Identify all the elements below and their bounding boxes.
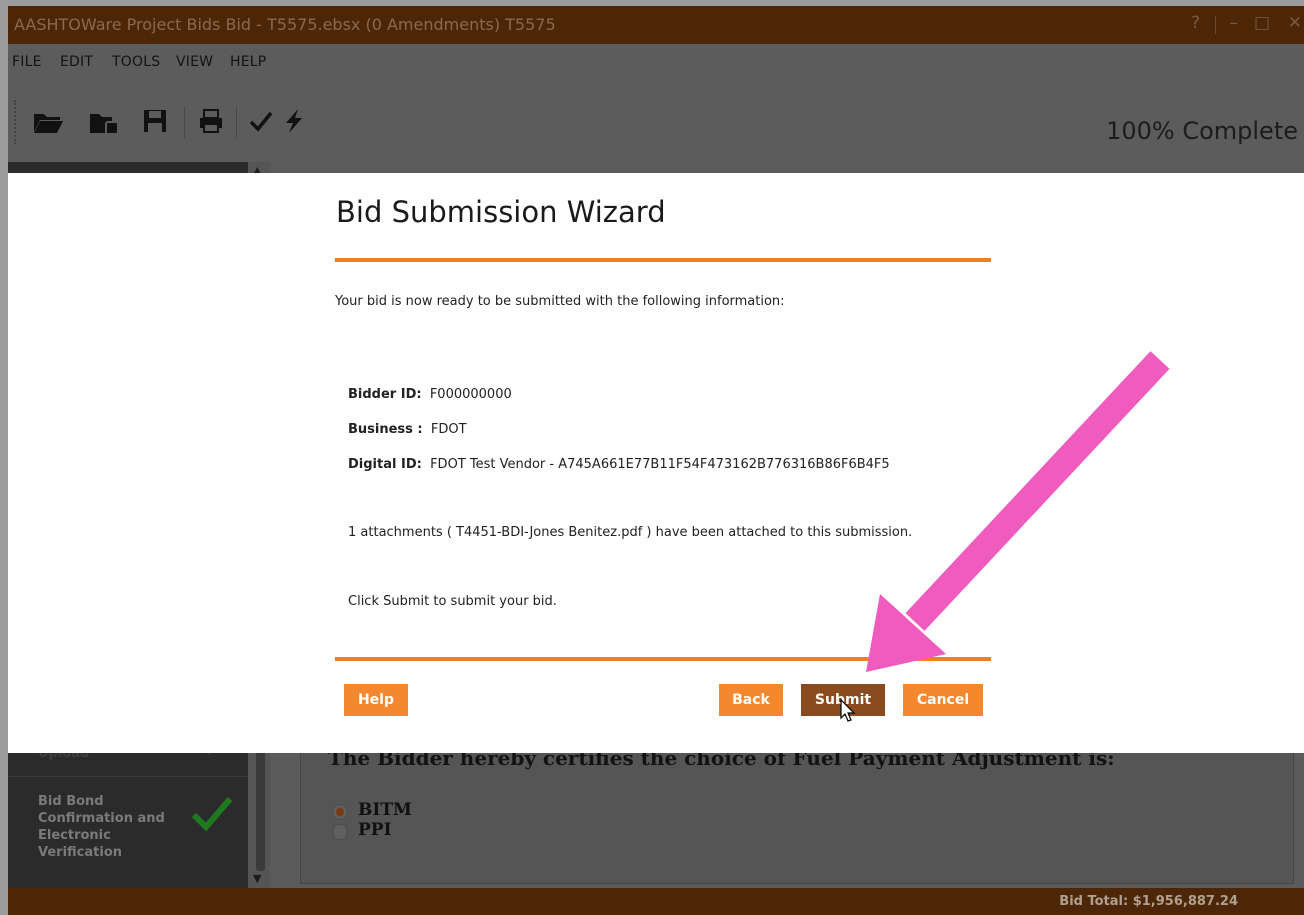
- digital-id-value: FDOT Test Vendor - A745A661E77B11F54F473…: [430, 457, 890, 472]
- business-row: Business : FDOT: [348, 422, 467, 437]
- cancel-button[interactable]: Cancel: [903, 684, 983, 716]
- sidebar-divider: [8, 776, 248, 777]
- toolbar-separator: [184, 106, 185, 138]
- bidder-id-label: Bidder ID:: [348, 387, 422, 402]
- menu-file[interactable]: FILE: [12, 54, 42, 70]
- radio-bitm[interactable]: [332, 804, 348, 820]
- business-value: FDOT: [430, 422, 467, 437]
- header-rule: [335, 258, 991, 262]
- minimize-icon[interactable]: –: [1230, 13, 1239, 33]
- lightning-icon[interactable]: [280, 108, 306, 140]
- completion-status: 100% Complete: [1106, 117, 1298, 145]
- scroll-down-icon[interactable]: ▼: [253, 872, 261, 885]
- footer-rule: [335, 657, 991, 661]
- toolbar-separator: [236, 106, 237, 138]
- sidebar-item-bid-bond[interactable]: Bid Bond Confirmation and Electronic Ver…: [38, 793, 178, 861]
- toolbar-grip[interactable]: [14, 100, 20, 144]
- open-folder-icon[interactable]: [32, 108, 64, 142]
- print-icon[interactable]: [198, 108, 224, 140]
- menu-edit[interactable]: EDIT: [60, 54, 93, 70]
- wizard-intro: Your bid is now ready to be submitted wi…: [335, 294, 785, 309]
- check-icon: [190, 793, 234, 840]
- maximize-icon[interactable]: □: [1254, 13, 1270, 33]
- menu-help[interactable]: HELP: [230, 54, 266, 70]
- toolbar: 100% Complete: [8, 80, 1304, 164]
- mouse-cursor-icon: [840, 698, 856, 727]
- check-icon[interactable]: [248, 108, 274, 140]
- submit-instruction: Click Submit to submit your bid.: [348, 594, 557, 609]
- title-bar: AASHTOWare Project Bids Bid - T5575.ebsx…: [8, 6, 1304, 44]
- attachments-text: 1 attachments ( T4451-BDI-Jones Benitez.…: [348, 525, 913, 540]
- bidder-id-value: F000000000: [429, 387, 512, 402]
- menu-view[interactable]: VIEW: [176, 54, 213, 70]
- radio-ppi[interactable]: [332, 824, 348, 840]
- bidder-id-row: Bidder ID: F000000000: [348, 387, 512, 402]
- close-icon[interactable]: ✕: [1288, 13, 1302, 33]
- export-icon[interactable]: [88, 108, 120, 142]
- back-button[interactable]: Back: [719, 684, 783, 716]
- save-icon[interactable]: [142, 108, 168, 140]
- wizard-title: Bid Submission Wizard: [336, 195, 666, 229]
- title-separator: [1215, 16, 1216, 34]
- window-title: AASHTOWare Project Bids Bid - T5575.ebsx…: [14, 15, 556, 34]
- digital-id-row: Digital ID: FDOT Test Vendor - A745A661E…: [348, 457, 890, 472]
- business-label: Business :: [348, 422, 423, 437]
- digital-id-label: Digital ID:: [348, 457, 422, 472]
- help-icon[interactable]: ?: [1191, 13, 1200, 33]
- bid-submission-wizard: Bid Submission Wizard Your bid is now re…: [8, 173, 1304, 753]
- status-bar: Bid Total: $1,956,887.24: [8, 888, 1304, 915]
- menu-tools[interactable]: TOOLS: [112, 54, 160, 70]
- radio-label-ppi[interactable]: PPI: [358, 820, 392, 840]
- help-button[interactable]: Help: [344, 684, 408, 716]
- radio-label-bitm[interactable]: BITM: [358, 800, 412, 820]
- bid-total: Bid Total: $1,956,887.24: [1059, 894, 1238, 909]
- menu-bar: FILE EDIT TOOLS VIEW HELP: [8, 44, 1304, 80]
